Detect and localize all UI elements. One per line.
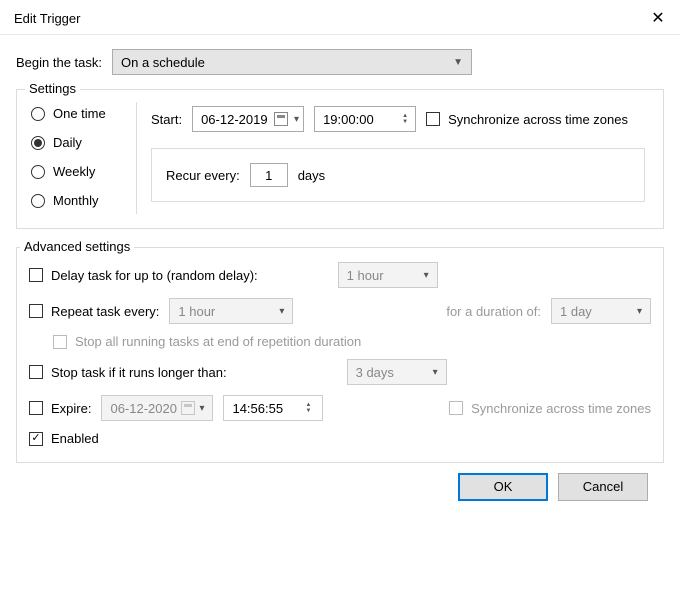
checkbox-icon — [449, 401, 463, 415]
checkbox-icon — [53, 335, 67, 349]
delay-combo: 1 hour ▾ — [338, 262, 438, 288]
calendar-icon — [181, 401, 195, 415]
close-icon[interactable]: ✕ — [646, 8, 670, 28]
settings-group: Settings One time Daily Weekly Monthly — [16, 89, 664, 229]
expire-date-value: 06-12-2020 — [110, 401, 177, 416]
sync-timezones-row[interactable]: Synchronize across time zones — [426, 112, 628, 127]
settings-legend: Settings — [25, 81, 80, 96]
dialog-footer: OK Cancel — [16, 463, 664, 501]
recur-label: Recur every: — [166, 168, 240, 183]
repeat-value: 1 hour — [178, 304, 215, 319]
ok-button[interactable]: OK — [458, 473, 548, 501]
duration-value: 1 day — [560, 304, 592, 319]
recur-unit: days — [298, 168, 325, 183]
radio-icon — [31, 107, 45, 121]
enabled-label: Enabled — [51, 431, 99, 446]
titlebar: Edit Trigger ✕ — [0, 0, 680, 35]
radio-icon — [31, 165, 45, 179]
stop-longer-checkbox-row[interactable]: Stop task if it runs longer than: — [29, 365, 227, 380]
radio-icon — [31, 136, 45, 150]
begin-task-dropdown[interactable]: On a schedule ▼ — [112, 49, 472, 75]
dialog-content: Begin the task: On a schedule ▼ Settings… — [0, 35, 680, 511]
checkbox-icon: ✓ — [29, 432, 43, 446]
radio-label: Daily — [53, 135, 82, 150]
stop-repeat-checkbox-row: Stop all running tasks at end of repetit… — [53, 334, 361, 349]
start-date-field[interactable]: 06-12-2019 ▾ — [192, 106, 304, 132]
advanced-group: Advanced settings Delay task for up to (… — [16, 247, 664, 463]
repeat-combo: 1 hour ▾ — [169, 298, 293, 324]
recur-value-field[interactable]: 1 — [250, 163, 288, 187]
begin-task-value: On a schedule — [121, 55, 205, 70]
delay-checkbox-row[interactable]: Delay task for up to (random delay): — [29, 268, 258, 283]
start-column: Start: 06-12-2019 ▾ 19:00:00 ▲▼ Synchron… — [137, 102, 651, 214]
chevron-down-icon: ▾ — [424, 270, 429, 281]
radio-monthly[interactable]: Monthly — [31, 193, 136, 208]
start-time-field[interactable]: 19:00:00 ▲▼ — [314, 106, 416, 132]
expire-time-value: 14:56:55 — [232, 401, 283, 416]
stop-repeat-label: Stop all running tasks at end of repetit… — [75, 334, 361, 349]
checkbox-icon — [29, 268, 43, 282]
radio-label: One time — [53, 106, 106, 121]
begin-task-label: Begin the task: — [16, 55, 102, 70]
start-label: Start: — [151, 112, 182, 127]
chevron-down-icon: ▾ — [199, 403, 204, 414]
checkbox-icon — [29, 304, 43, 318]
recur-group: Recur every: 1 days — [151, 148, 645, 202]
sync-label: Synchronize across time zones — [448, 112, 628, 127]
spinner-icon[interactable]: ▲▼ — [399, 113, 411, 125]
frequency-column: One time Daily Weekly Monthly — [29, 102, 137, 214]
repeat-checkbox-row[interactable]: Repeat task every: — [29, 304, 159, 319]
duration-combo: 1 day ▾ — [551, 298, 651, 324]
expire-sync-label: Synchronize across time zones — [471, 401, 651, 416]
expire-time-field: 14:56:55 ▲▼ — [223, 395, 323, 421]
delay-value: 1 hour — [347, 268, 384, 283]
recur-value: 1 — [265, 168, 272, 183]
stop-longer-value: 3 days — [356, 365, 394, 380]
checkbox-icon — [29, 401, 43, 415]
cancel-button[interactable]: Cancel — [558, 473, 648, 501]
expire-sync-row: Synchronize across time zones — [449, 401, 651, 416]
expire-label: Expire: — [51, 401, 91, 416]
chevron-down-icon: ▾ — [279, 306, 284, 317]
start-time-value: 19:00:00 — [323, 112, 393, 127]
delay-label: Delay task for up to (random delay): — [51, 268, 258, 283]
chevron-down-icon: ▾ — [294, 114, 299, 125]
radio-label: Monthly — [53, 193, 99, 208]
start-date-value: 06-12-2019 — [201, 112, 268, 127]
begin-task-row: Begin the task: On a schedule ▼ — [16, 49, 664, 75]
radio-icon — [31, 194, 45, 208]
radio-one-time[interactable]: One time — [31, 106, 136, 121]
spinner-icon: ▲▼ — [302, 402, 314, 414]
expire-checkbox-row[interactable]: Expire: — [29, 401, 91, 416]
radio-label: Weekly — [53, 164, 95, 179]
chevron-down-icon: ▼ — [453, 57, 463, 68]
stop-longer-label: Stop task if it runs longer than: — [51, 365, 227, 380]
radio-weekly[interactable]: Weekly — [31, 164, 136, 179]
radio-daily[interactable]: Daily — [31, 135, 136, 150]
duration-label: for a duration of: — [446, 304, 541, 319]
checkbox-icon — [426, 112, 440, 126]
checkbox-icon — [29, 365, 43, 379]
window-title: Edit Trigger — [14, 11, 80, 26]
advanced-legend: Advanced settings — [20, 239, 134, 254]
stop-longer-combo: 3 days ▾ — [347, 359, 447, 385]
chevron-down-icon: ▾ — [637, 306, 642, 317]
repeat-label: Repeat task every: — [51, 304, 159, 319]
expire-date-field: 06-12-2020 ▾ — [101, 395, 213, 421]
enabled-checkbox-row[interactable]: ✓ Enabled — [29, 431, 99, 446]
calendar-icon — [274, 112, 288, 126]
chevron-down-icon: ▾ — [433, 367, 438, 378]
